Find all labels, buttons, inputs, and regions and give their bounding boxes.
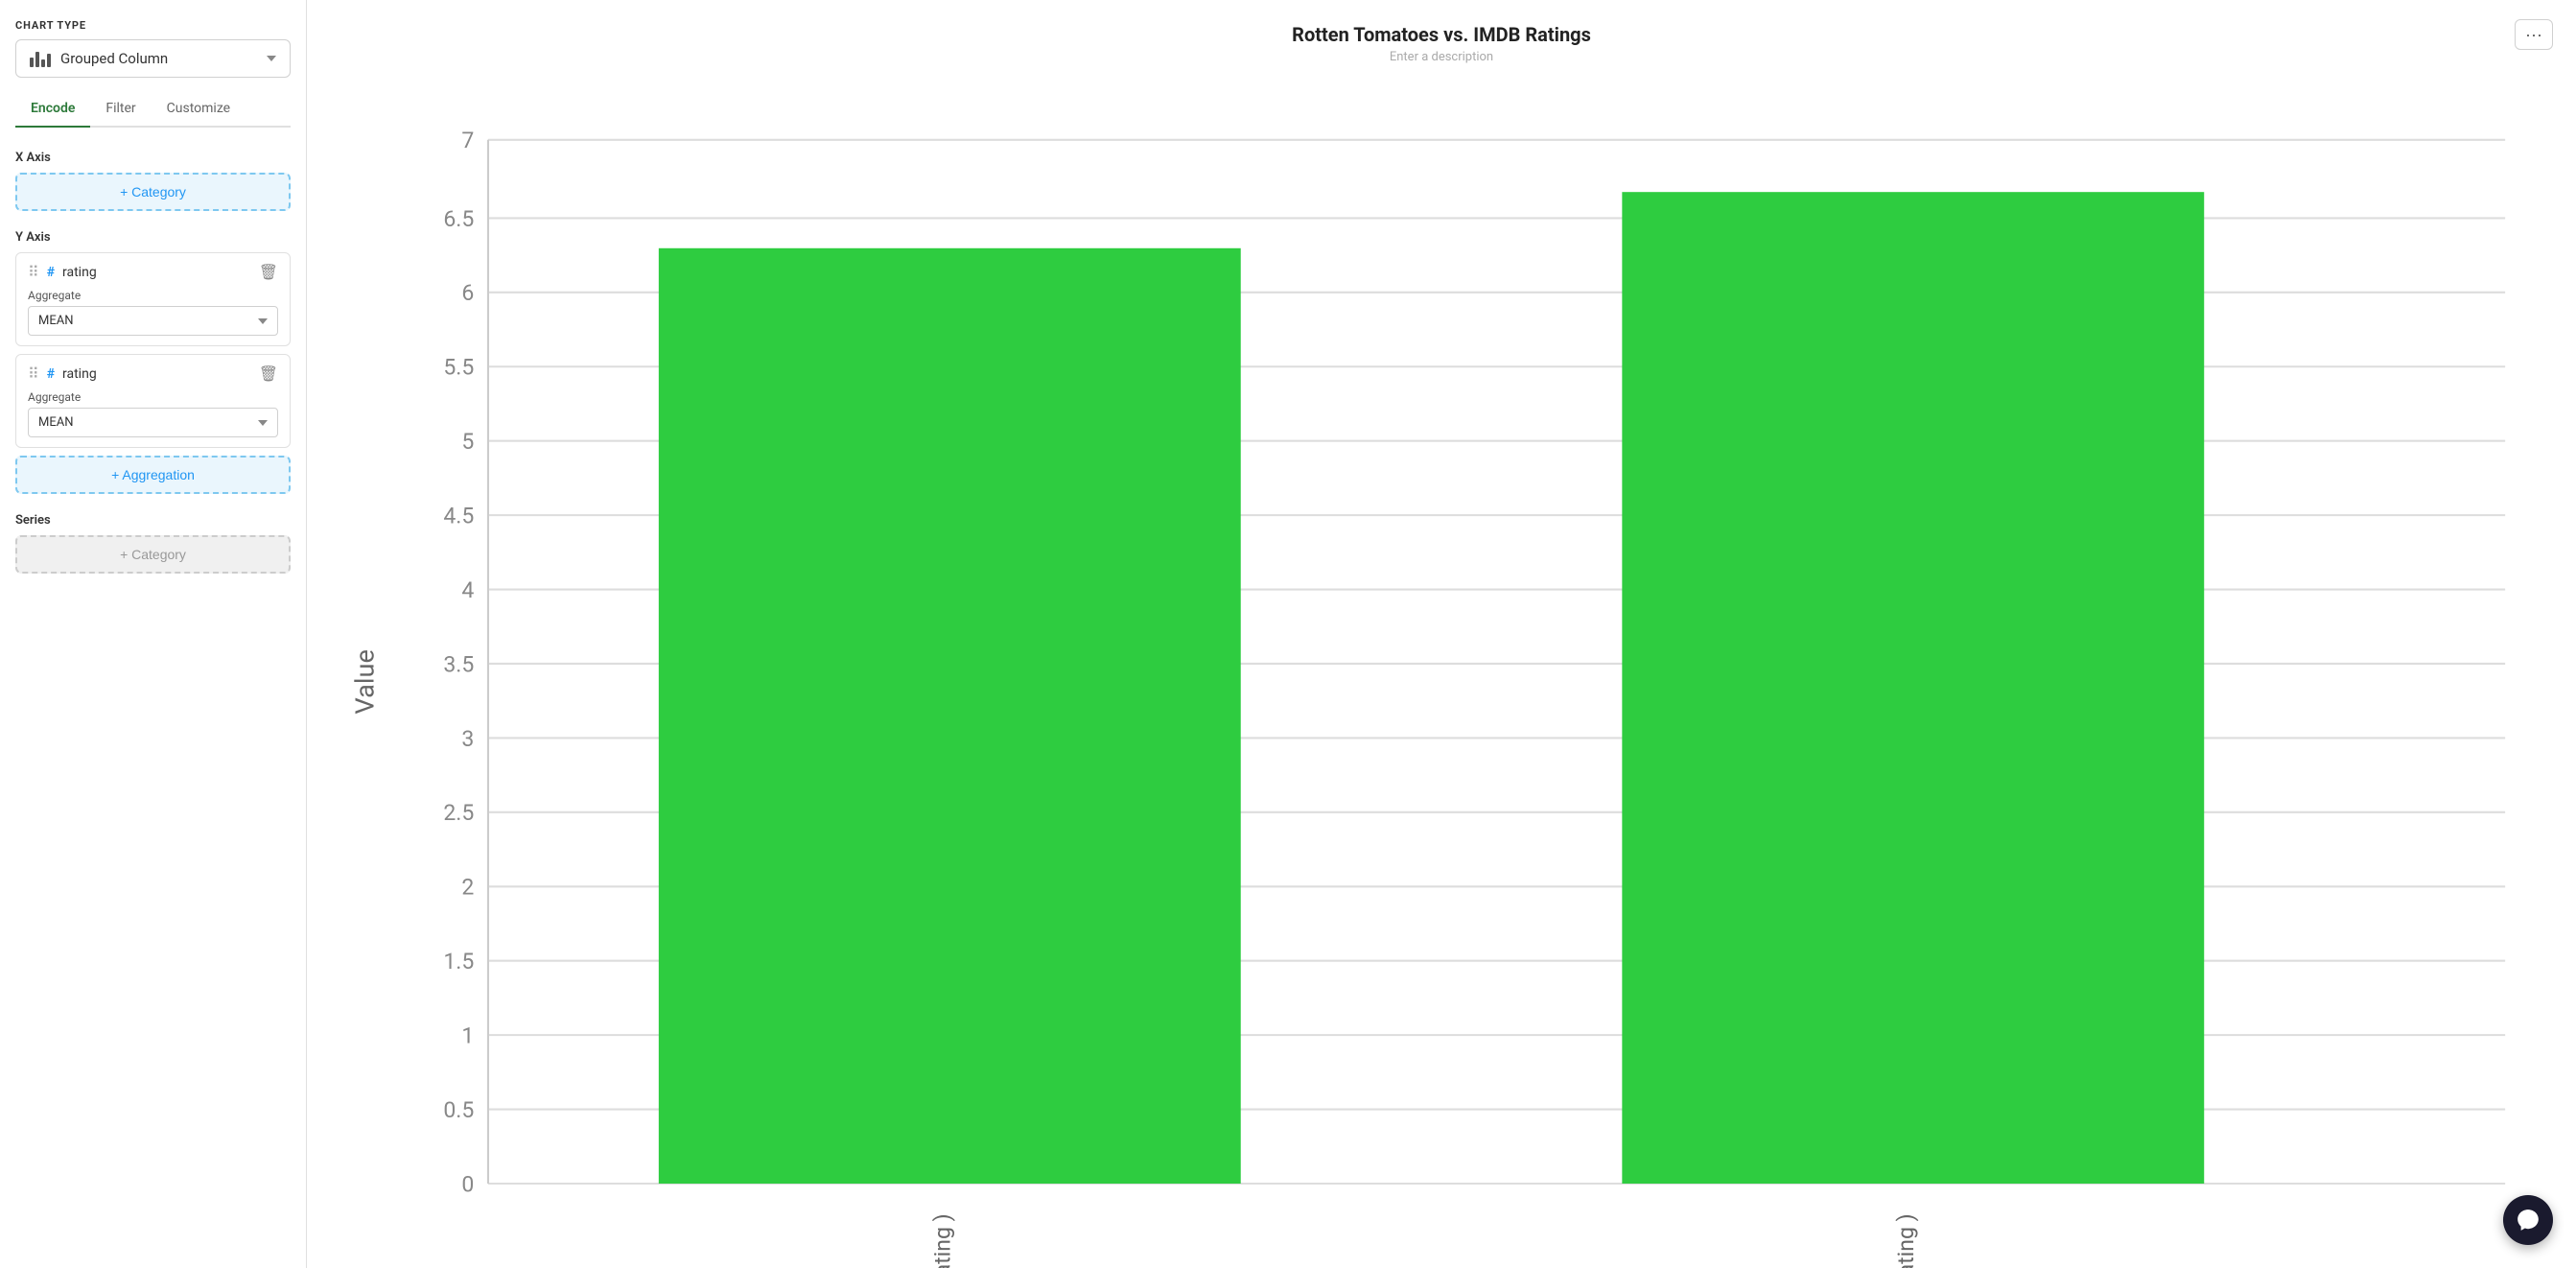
svg-text:2: 2 [461,875,474,901]
field-1-header: ⠿ # rating 🗑 [28,263,278,281]
chart-svg: Value 0 0.5 1 1.5 2 2.5 3 3.5 [338,80,2545,1268]
svg-text:6: 6 [461,280,474,306]
encode-tabs: Encode Filter Customize [15,93,291,128]
svg-text:1.5: 1.5 [443,949,474,974]
aggregate-2-label: Aggregate [28,390,278,404]
svg-text:3: 3 [461,726,474,752]
delete-field-2-button[interactable]: 🗑 [259,364,278,383]
aggregate-1-label: Aggregate [28,289,278,302]
series-add-category-button[interactable]: + Category [15,535,291,574]
svg-text:6.5: 6.5 [443,206,474,232]
chevron-down-icon [267,56,276,61]
hash-icon-1: # [47,265,55,280]
add-aggregation-button[interactable]: + Aggregation [15,456,291,494]
x-axis-section: X Axis + Category [15,147,291,211]
drag-handle-2[interactable]: ⠿ [28,364,39,383]
bar-1 [659,248,1241,1184]
field-1-left: ⠿ # rating [28,263,97,281]
aggregate-1-select[interactable]: MEAN [28,306,278,336]
chart-header: Rotten Tomatoes vs. IMDB Ratings Enter a… [338,23,2545,64]
svg-text:4: 4 [461,577,474,603]
x-axis-add-category-button[interactable]: + Category [15,173,291,211]
grouped-column-icon [30,50,51,67]
chart-type-select-left: Grouped Column [30,50,168,67]
chat-button[interactable] [2503,1195,2553,1245]
aggregate-2-select[interactable]: MEAN [28,408,278,437]
aggregate-2-chevron [258,420,268,426]
field-2-name: rating [62,366,97,382]
chart-options-button[interactable]: ··· [2515,19,2553,50]
svg-text:5.5: 5.5 [443,355,474,381]
y-axis-label: Y Axis [15,230,291,245]
right-panel: ··· Rotten Tomatoes vs. IMDB Ratings Ent… [307,0,2576,1268]
chart-description: Enter a description [338,50,2545,64]
svg-text:5: 5 [461,429,474,455]
aggregate-1-chevron [258,318,268,324]
series-label: Series [15,513,291,528]
left-panel: CHART TYPE Grouped Column Encode Filter … [0,0,307,1268]
series-section: Series + Category [15,509,291,574]
svg-text:1: 1 [461,1023,474,1049]
bar-2 [1622,192,2204,1184]
svg-text:0.5: 0.5 [443,1097,474,1123]
chart-type-value: Grouped Column [60,50,168,67]
y-axis-field-2: ⠿ # rating 🗑 Aggregate MEAN [15,354,291,448]
field-2-header: ⠿ # rating 🗑 [28,364,278,383]
field-1-name: rating [62,265,97,280]
y-axis-field-1: ⠿ # rating 🗑 Aggregate MEAN [15,252,291,346]
chart-title: Rotten Tomatoes vs. IMDB Ratings [338,23,2545,46]
svg-text:4.5: 4.5 [443,503,474,528]
y-axis-section: Y Axis ⠿ # rating 🗑 Aggregate MEAN ⠿ [15,226,291,494]
drag-handle-1[interactable]: ⠿ [28,263,39,281]
x-axis-label: X Axis [15,151,291,165]
svg-text:0: 0 [461,1171,474,1197]
delete-field-1-button[interactable]: 🗑 [259,263,278,281]
x-label-2: mean ( imdb rating ) [1893,1213,1919,1268]
tab-filter[interactable]: Filter [90,93,151,128]
svg-text:2.5: 2.5 [443,800,474,826]
field-2-left: ⠿ # rating [28,364,97,383]
chat-icon [2516,1208,2541,1233]
y-axis-title: Value [350,649,381,715]
tab-customize[interactable]: Customize [152,93,246,128]
svg-text:7: 7 [461,128,474,153]
aggregate-2-value: MEAN [38,415,74,430]
x-label-1: mean ( tomatoes critic rating ) [929,1213,955,1268]
svg-text:3.5: 3.5 [443,651,474,677]
chart-type-section: CHART TYPE Grouped Column [15,19,291,78]
chart-type-select[interactable]: Grouped Column [15,39,291,78]
aggregate-1-value: MEAN [38,314,74,328]
hash-icon-2: # [47,366,55,382]
chart-type-label: CHART TYPE [15,19,291,32]
tab-encode[interactable]: Encode [15,93,90,128]
chart-area: Value 0 0.5 1 1.5 2 2.5 3 3.5 [338,80,2545,1268]
